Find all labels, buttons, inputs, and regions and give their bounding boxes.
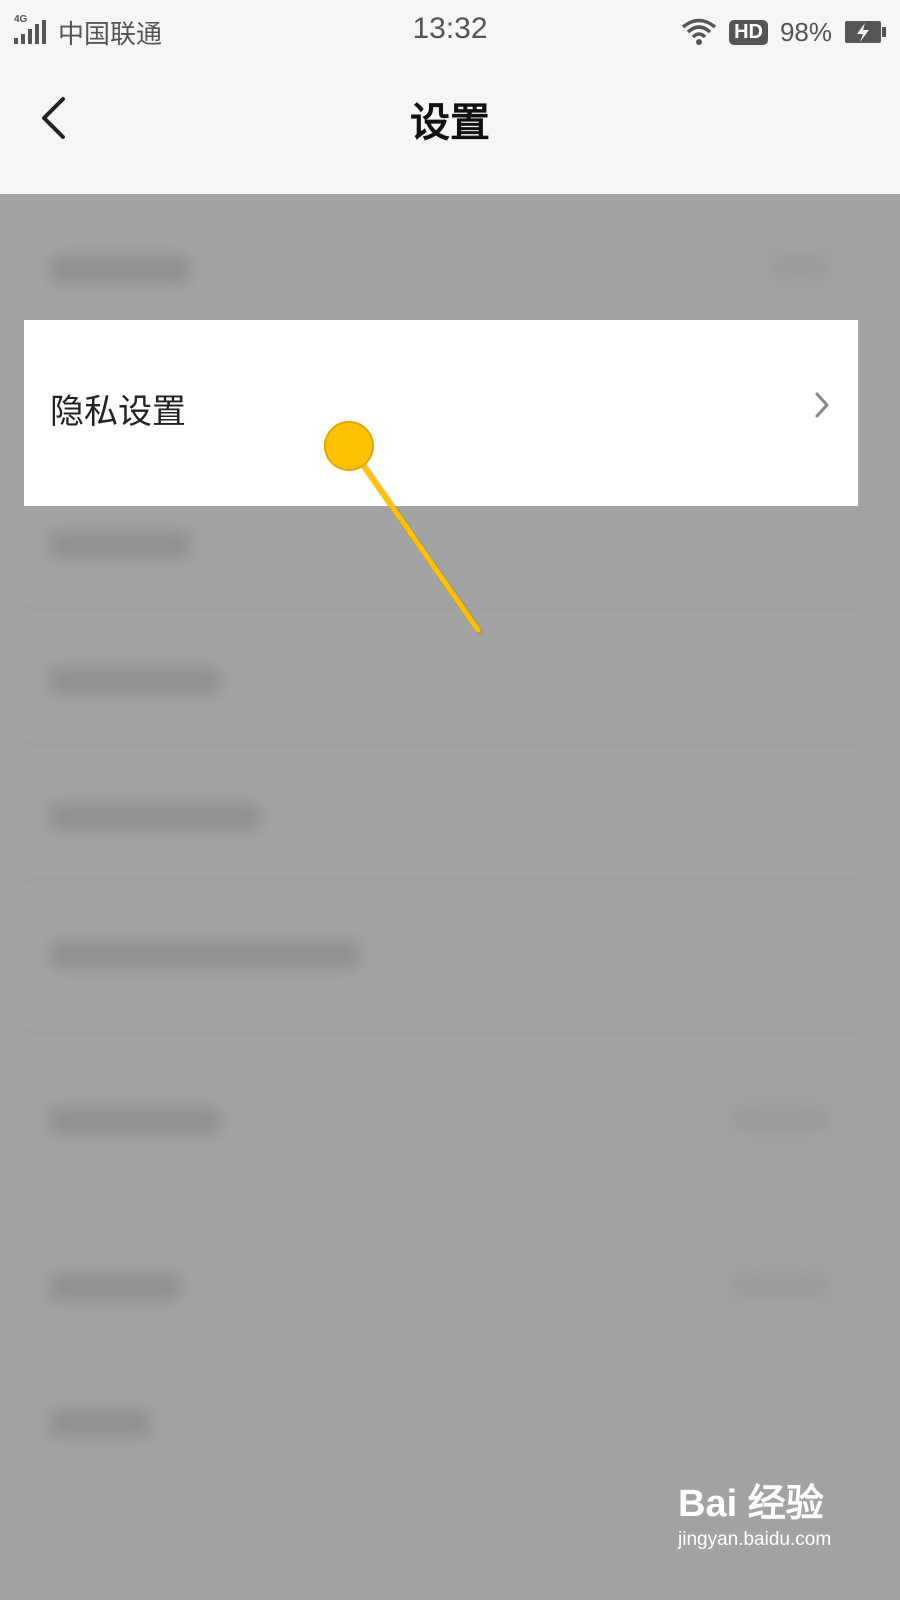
privacy-settings-item[interactable]: 隐私设置: [24, 320, 858, 506]
wifi-icon: [681, 18, 717, 45]
hd-badge: HD: [729, 19, 768, 45]
battery-charging-icon: [845, 21, 886, 43]
watermark-url: jingyan.baidu.com: [678, 1529, 832, 1550]
nav-bar: 设置: [0, 62, 900, 194]
privacy-settings-label: 隐私设置: [50, 392, 186, 432]
baidu-jingyan-watermark: Bai 经验 jingyan.baidu.com: [678, 1472, 888, 1562]
battery-percent: 98%: [779, 16, 832, 47]
chevron-right-icon: [815, 392, 829, 418]
status-bar: 4G 中国联通 13:32 HD 98%: [0, 0, 900, 62]
status-right: HD 98%: [681, 14, 888, 50]
watermark-logo: Bai 经验: [678, 1472, 888, 1527]
page-title: 设置: [410, 100, 490, 146]
watermark-brand: Bai 经验: [678, 1483, 824, 1525]
